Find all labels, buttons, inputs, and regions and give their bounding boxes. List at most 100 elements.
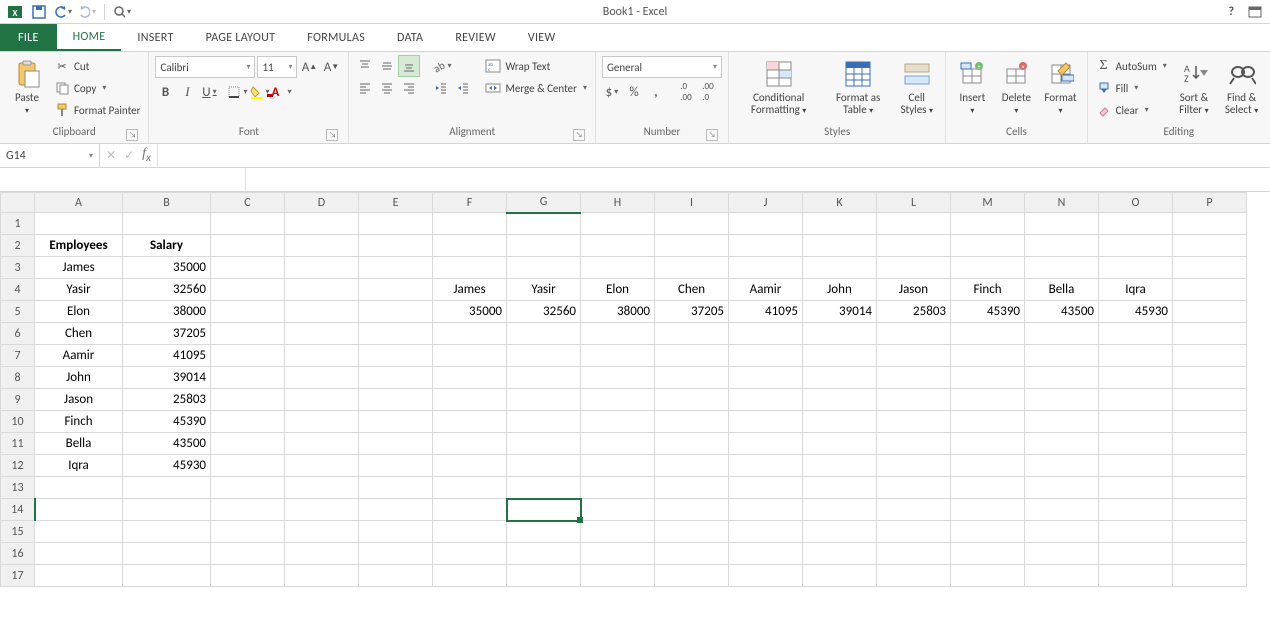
cell[interactable] [729, 543, 803, 565]
cell[interactable] [211, 213, 285, 235]
increase-decimal-button[interactable]: .0.00 [676, 82, 696, 102]
row-header[interactable]: 5 [1, 301, 35, 323]
cell[interactable] [581, 213, 655, 235]
cell[interactable] [1025, 235, 1099, 257]
cell[interactable] [359, 521, 433, 543]
cell[interactable] [951, 257, 1025, 279]
cell[interactable] [729, 411, 803, 433]
cell[interactable]: 35000 [433, 301, 507, 323]
cell[interactable] [951, 477, 1025, 499]
cell[interactable] [1099, 455, 1173, 477]
cell[interactable] [655, 257, 729, 279]
cell[interactable] [285, 499, 359, 521]
cell[interactable] [655, 323, 729, 345]
cell[interactable] [581, 543, 655, 565]
column-header[interactable]: P [1173, 193, 1247, 213]
cell[interactable]: Iqra [35, 455, 123, 477]
column-header[interactable]: C [211, 193, 285, 213]
cell[interactable] [803, 411, 877, 433]
cell[interactable] [1173, 235, 1247, 257]
fill-color-button[interactable]: ▾ [249, 82, 269, 102]
column-header[interactable]: F [433, 193, 507, 213]
cell[interactable] [211, 235, 285, 257]
cell[interactable]: Aamir [35, 345, 123, 367]
cell[interactable] [359, 565, 433, 587]
row-header[interactable]: 2 [1, 235, 35, 257]
cell[interactable] [359, 257, 433, 279]
print-preview-icon[interactable]: ▾ [113, 3, 131, 21]
column-header[interactable]: E [359, 193, 433, 213]
cell[interactable] [507, 345, 581, 367]
cell[interactable] [803, 213, 877, 235]
italic-button[interactable]: I [177, 82, 197, 102]
cell[interactable] [1173, 389, 1247, 411]
cell[interactable] [285, 257, 359, 279]
cell[interactable] [359, 477, 433, 499]
cell[interactable] [655, 411, 729, 433]
cell[interactable] [581, 499, 655, 521]
cell[interactable] [729, 235, 803, 257]
cell[interactable] [581, 455, 655, 477]
ribbon-display-options-icon[interactable] [1248, 6, 1262, 18]
align-bottom-button[interactable] [399, 56, 419, 76]
cell[interactable] [951, 565, 1025, 587]
cell[interactable] [433, 477, 507, 499]
cell[interactable] [877, 257, 951, 279]
cell[interactable]: 37205 [655, 301, 729, 323]
format-painter-button[interactable]: Format Painter [52, 100, 142, 120]
cell[interactable] [433, 433, 507, 455]
insert-cells-button[interactable]: + Insert▾ [952, 56, 992, 119]
cell[interactable] [1099, 565, 1173, 587]
save-icon[interactable] [30, 3, 48, 21]
copy-button[interactable]: Copy▾ [52, 78, 142, 98]
cell[interactable]: 38000 [581, 301, 655, 323]
font-launcher[interactable]: ↘ [326, 129, 338, 141]
cell[interactable]: 41095 [729, 301, 803, 323]
cell[interactable] [359, 455, 433, 477]
cell[interactable] [433, 213, 507, 235]
cell[interactable] [359, 213, 433, 235]
cell[interactable] [581, 477, 655, 499]
cell[interactable] [655, 213, 729, 235]
cell[interactable] [211, 565, 285, 587]
font-color-button[interactable]: A▾ [271, 82, 291, 102]
alignment-launcher[interactable]: ↘ [573, 129, 585, 141]
cell[interactable] [803, 455, 877, 477]
cell[interactable] [123, 499, 211, 521]
cell[interactable] [285, 455, 359, 477]
cell[interactable] [655, 345, 729, 367]
cell[interactable] [1099, 389, 1173, 411]
cell[interactable] [1173, 499, 1247, 521]
column-header[interactable]: K [803, 193, 877, 213]
row-header[interactable]: 3 [1, 257, 35, 279]
cell[interactable] [211, 411, 285, 433]
fill-button[interactable]: Fill▾ [1094, 78, 1169, 98]
row-header[interactable]: 6 [1, 323, 35, 345]
align-left-button[interactable] [355, 78, 375, 98]
increase-font-size-button[interactable]: A▲ [299, 57, 319, 77]
cell[interactable] [1173, 367, 1247, 389]
cell[interactable] [729, 477, 803, 499]
decrease-font-size-button[interactable]: A▼ [321, 57, 341, 77]
cell[interactable] [433, 565, 507, 587]
cell[interactable] [433, 367, 507, 389]
cell[interactable] [951, 235, 1025, 257]
cell[interactable] [655, 235, 729, 257]
name-box[interactable]: G14 ▾ [0, 144, 100, 167]
cell[interactable] [35, 477, 123, 499]
cell[interactable] [803, 433, 877, 455]
insert-function-icon[interactable]: fx [142, 146, 151, 165]
cell[interactable] [507, 411, 581, 433]
cell[interactable] [123, 477, 211, 499]
cell[interactable] [877, 477, 951, 499]
cell[interactable] [359, 433, 433, 455]
cell[interactable] [1025, 433, 1099, 455]
cell[interactable] [507, 257, 581, 279]
cell[interactable] [507, 433, 581, 455]
cell[interactable] [655, 433, 729, 455]
borders-button[interactable]: ▾ [227, 82, 247, 102]
row-header[interactable]: 10 [1, 411, 35, 433]
cell-styles-button[interactable]: Cell Styles ▾ [894, 56, 939, 119]
row-header[interactable]: 7 [1, 345, 35, 367]
cell[interactable] [1099, 521, 1173, 543]
